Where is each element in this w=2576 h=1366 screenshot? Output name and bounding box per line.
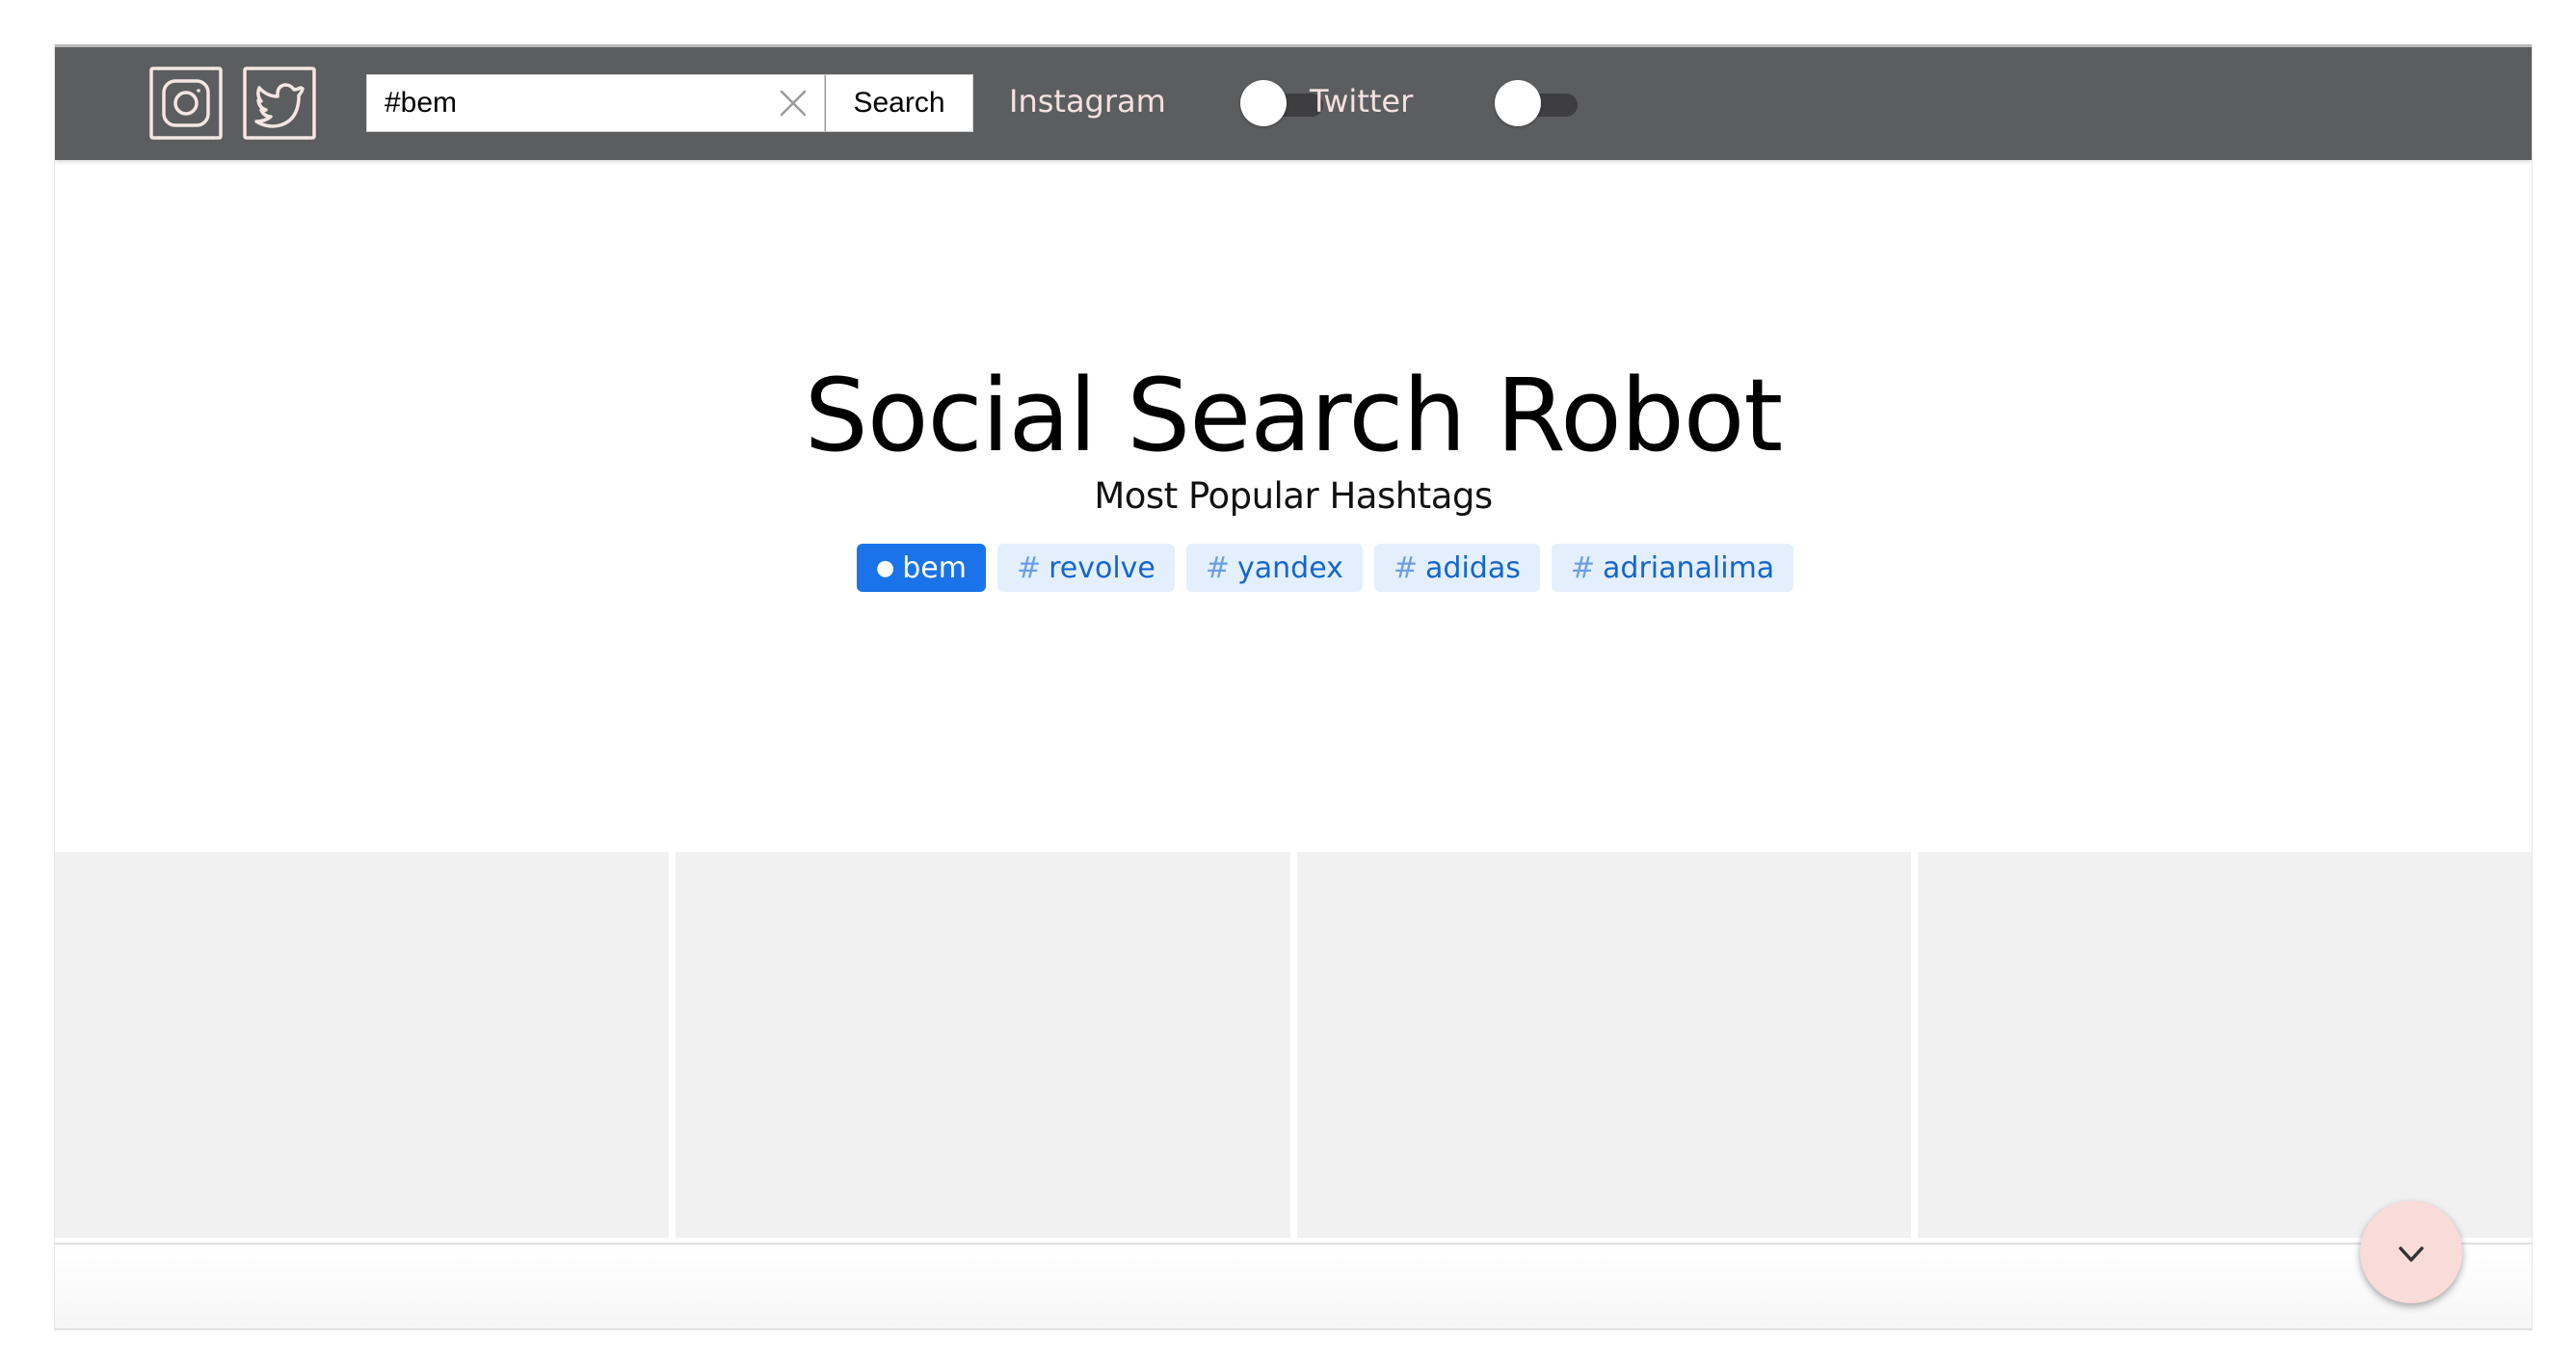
hashtag-chip-adrianalima[interactable]: # adrianalima [1551, 544, 1794, 592]
twitter-filter-label: Twitter [1310, 83, 1414, 120]
result-placeholder [1917, 852, 2532, 1238]
twitter-icon[interactable] [241, 65, 318, 142]
search-input[interactable] [367, 75, 753, 131]
search-button[interactable]: Search [825, 74, 973, 132]
hashtag-label: yandex [1237, 550, 1343, 585]
instagram-filter-label: Instagram [1009, 83, 1166, 120]
hashtag-label: adidas [1425, 550, 1521, 585]
hashtag-chip-adidas[interactable]: # adidas [1373, 544, 1540, 592]
hash-icon: # [1393, 550, 1419, 585]
chevron-down-icon [2399, 1246, 2424, 1262]
top-bar: Search Instagram Twitter [55, 44, 2532, 160]
result-placeholder [55, 852, 670, 1238]
search-box [366, 74, 825, 132]
scroll-down-button[interactable] [2360, 1201, 2462, 1303]
hashtag-list: ● bem # revolve # yandex # adidas # adri… [857, 544, 1794, 594]
hashtag-chip-revolve[interactable]: # revolve [996, 544, 1175, 592]
app-window: Search Instagram Twitter Social Search R… [54, 44, 2533, 1330]
instagram-icon[interactable] [147, 65, 225, 142]
bottom-bar [55, 1245, 2532, 1330]
hash-icon: # [1016, 550, 1042, 585]
hashtag-chip-yandex[interactable]: # yandex [1185, 544, 1363, 592]
toggle-knob [1495, 80, 1541, 126]
hashtag-label: adrianalima [1603, 550, 1775, 585]
result-placeholder [676, 852, 1290, 1238]
results-grid [55, 852, 2532, 1238]
active-dot-icon: ● [876, 555, 895, 580]
page-subtitle: Most Popular Hashtags [1094, 475, 1493, 517]
hashtag-label: revolve [1049, 550, 1155, 585]
twitter-toggle[interactable] [1495, 80, 1581, 128]
hashtag-label: bem [902, 550, 967, 585]
hash-icon: # [1205, 550, 1231, 585]
page-title: Social Search Robot [804, 357, 1783, 474]
toggle-knob [1240, 80, 1287, 126]
result-placeholder [1296, 852, 1911, 1238]
divider [55, 1243, 2532, 1245]
hash-icon: # [1570, 550, 1596, 585]
clear-icon[interactable] [778, 88, 809, 119]
hashtag-chip-bem[interactable]: ● bem [857, 544, 986, 592]
